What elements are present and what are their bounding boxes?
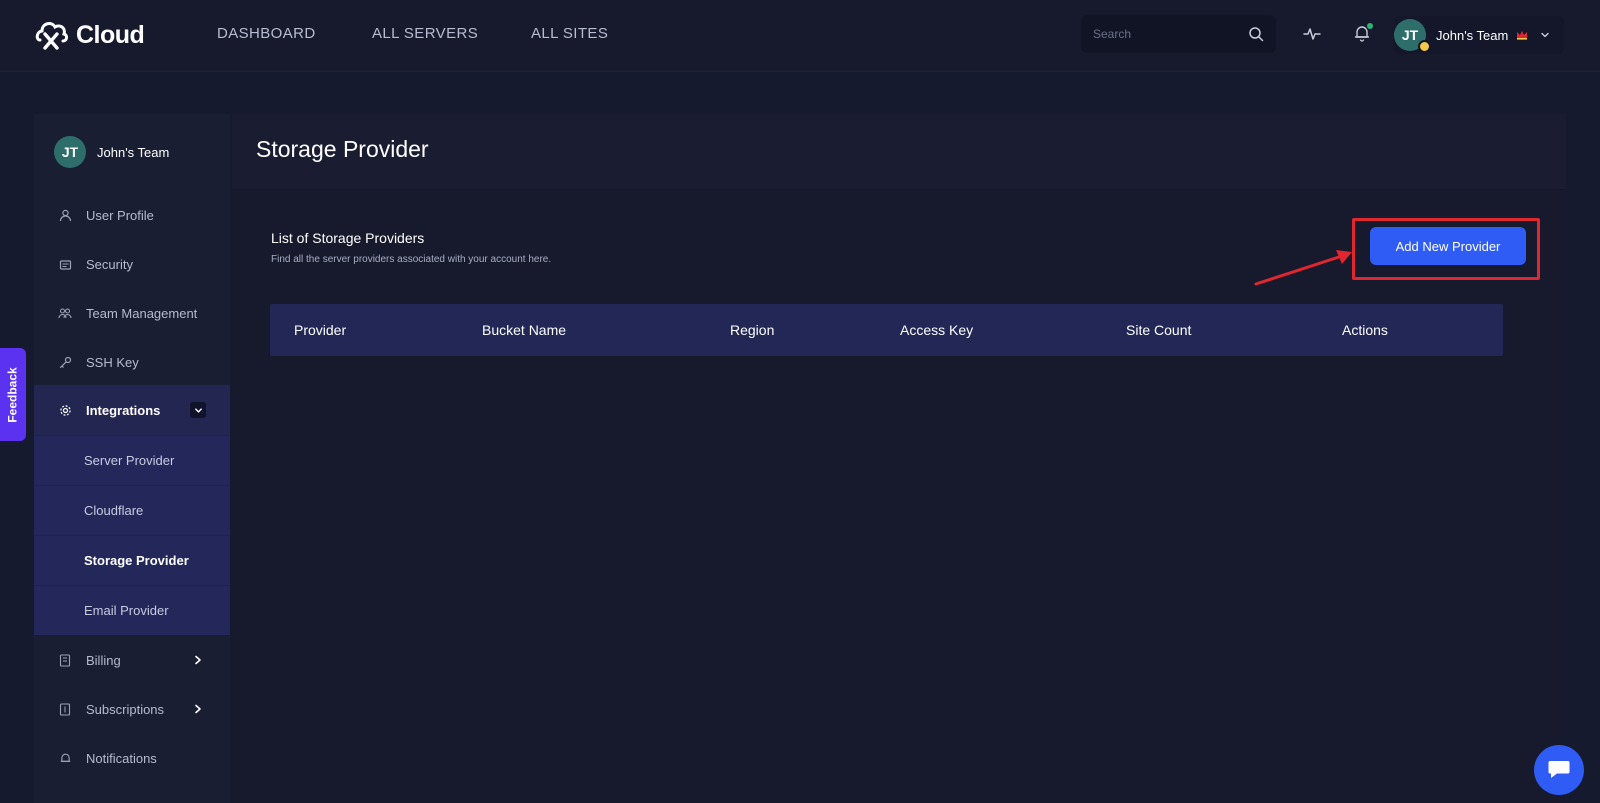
team-switcher[interactable]: JT John's Team: [1394, 16, 1564, 54]
nav-dashboard[interactable]: DASHBOARD: [217, 25, 316, 42]
sidebar-item-label: Integrations: [86, 402, 161, 418]
brand-name: Cloud: [76, 20, 145, 49]
list-title: List of Storage Providers: [271, 230, 425, 246]
sidebar-item-integrations[interactable]: Integrations: [34, 385, 230, 435]
subscriptions-icon: [58, 702, 72, 716]
cloud-logo-icon: [35, 22, 68, 50]
avatar-initials: JT: [1401, 27, 1419, 43]
security-icon: [58, 257, 72, 271]
key-icon: [58, 355, 72, 369]
sidebar-item-label: Subscriptions: [86, 701, 165, 717]
sidebar-item-subscriptions[interactable]: Subscriptions: [34, 684, 230, 734]
sidebar-item-user-profile[interactable]: User Profile: [34, 190, 230, 240]
billing-icon: [58, 653, 72, 667]
sidebar-subitem-storage-provider[interactable]: Storage Provider: [34, 535, 230, 585]
user-icon: [58, 208, 72, 222]
main-panel: Storage Provider List of Storage Provide…: [232, 114, 1566, 803]
chevron-down-icon[interactable]: [190, 402, 206, 418]
page-title: Storage Provider: [256, 136, 429, 162]
page-header: Storage Provider: [232, 114, 1566, 190]
sidebar-subitem-server-provider[interactable]: Server Provider: [34, 435, 230, 485]
chevron-right-icon: [195, 655, 201, 665]
chat-widget-button[interactable]: [1534, 745, 1584, 795]
sidebar-item-label: SSH Key: [86, 354, 139, 370]
feedback-tab[interactable]: Feedback: [0, 348, 26, 441]
sidebar-user: JT John's Team: [54, 136, 169, 168]
sidebar-item-label: Billing: [86, 652, 121, 668]
avatar: JT: [1394, 19, 1431, 53]
sidebar-item-label: Notifications: [86, 750, 157, 766]
column-header-actions[interactable]: Actions: [1342, 322, 1388, 338]
column-header-provider[interactable]: Provider: [294, 322, 346, 338]
sidebar-item-label: User Profile: [86, 207, 154, 223]
sidebar-item-ssh-key[interactable]: SSH Key: [34, 337, 230, 387]
providers-table-header: Provider Bucket Name Region Access Key S…: [270, 304, 1503, 356]
nav-all-servers[interactable]: ALL SERVERS: [372, 25, 478, 42]
feedback-label: Feedback: [6, 366, 21, 423]
activity-icon[interactable]: [1303, 26, 1321, 42]
top-navbar: Cloud DASHBOARD ALL SERVERS ALL SITES JT…: [0, 0, 1600, 72]
sidebar-item-security[interactable]: Security: [34, 239, 230, 289]
sidebar-item-label: Security: [86, 256, 133, 272]
sidebar-user-name: John's Team: [97, 144, 170, 160]
annotation-arrow: [1254, 250, 1352, 286]
notification-dot: [1367, 23, 1373, 29]
column-header-region[interactable]: Region: [730, 322, 774, 338]
column-header-site-count[interactable]: Site Count: [1126, 322, 1191, 338]
column-header-bucket-name[interactable]: Bucket Name: [482, 322, 566, 338]
sidebar-item-label: Team Management: [86, 305, 198, 321]
chevron-down-icon: [1541, 32, 1550, 38]
chat-icon: [1548, 761, 1570, 778]
owner-badge-icon: [1418, 40, 1431, 53]
team-icon: [58, 306, 72, 320]
sidebar-subitem-cloudflare[interactable]: Cloudflare: [34, 485, 230, 535]
gear-icon: [58, 403, 72, 417]
search-icon[interactable]: [1248, 26, 1264, 42]
avatar: JT: [54, 136, 86, 168]
search-bar: [1081, 15, 1276, 53]
add-new-provider-button[interactable]: Add New Provider: [1370, 227, 1526, 265]
column-header-access-key[interactable]: Access Key: [900, 322, 973, 338]
brand-logo[interactable]: Cloud: [34, 16, 145, 54]
settings-sidebar: JT John's Team User Profile Security Tea…: [34, 114, 230, 803]
search-input[interactable]: [1093, 27, 1243, 41]
chevron-right-icon: [195, 704, 201, 714]
sidebar-subitem-email-provider[interactable]: Email Provider: [34, 585, 230, 635]
bell-icon: [58, 751, 72, 765]
sidebar-item-team-management[interactable]: Team Management: [34, 288, 230, 338]
avatar-initials: JT: [61, 144, 79, 160]
team-name: John's Team: [1436, 27, 1509, 43]
sidebar-item-notifications[interactable]: Notifications: [34, 733, 230, 783]
notifications-button[interactable]: [1353, 23, 1373, 44]
crown-icon: [1517, 31, 1528, 40]
list-subtitle: Find all the server providers associated…: [271, 254, 552, 265]
sidebar-item-billing[interactable]: Billing: [34, 635, 230, 685]
nav-all-sites[interactable]: ALL SITES: [531, 25, 608, 42]
